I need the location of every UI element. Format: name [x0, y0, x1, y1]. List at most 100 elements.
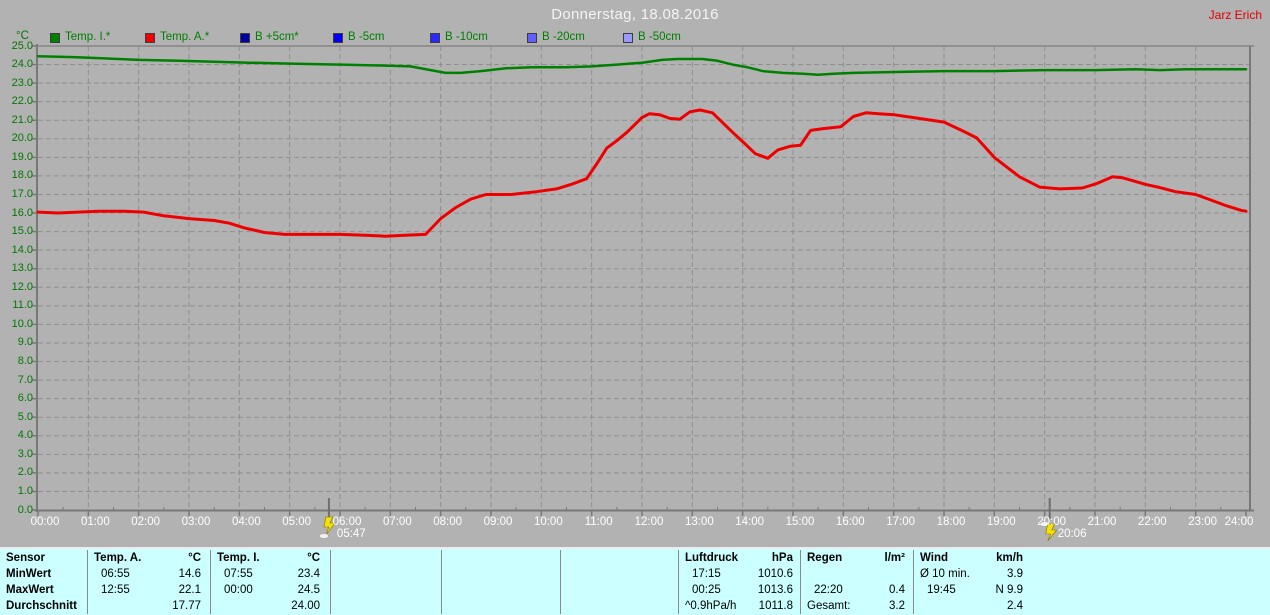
cell-time: ^0.9hPa/h: [685, 600, 737, 612]
y-tick-label: 8.0: [17, 355, 33, 368]
row-label-text: Sensor: [6, 552, 45, 564]
table-group-header: Temp. A. °C: [88, 550, 211, 566]
y-tick-label: 19.0: [11, 150, 33, 163]
cell-time: 00:25: [692, 584, 721, 596]
table-data-row: [801, 566, 914, 582]
legend-item-label: B -10cm: [445, 31, 488, 43]
y-tick-label: 9.0: [17, 336, 33, 349]
table-data-row: 06:55 14.6: [88, 566, 211, 582]
y-tick-label: 3.0: [17, 447, 33, 460]
table-row-label: Sensor: [0, 550, 87, 566]
column-unit: l/m²: [884, 552, 905, 564]
cell-value: 17.77: [172, 600, 201, 612]
x-tick-label: 14:00: [735, 516, 765, 528]
column-header: Wind: [920, 552, 948, 564]
cell-time: 12:55: [101, 584, 130, 596]
table-data-row: 00:25 1013.6: [679, 582, 801, 598]
x-tick-label: 24:00: [1224, 516, 1254, 528]
legend-color-swatch-icon: [50, 33, 60, 43]
cell-value: N 9.9: [995, 584, 1024, 596]
x-tick-label: 02:00: [131, 516, 161, 528]
legend-item-label: B -20cm: [542, 31, 585, 43]
y-tick-label: 7.0: [17, 373, 33, 386]
x-tick-label: 01:00: [80, 516, 110, 528]
cell-value: 1011.8: [758, 600, 793, 612]
cell-value: 3.2: [889, 600, 905, 612]
legend-color-swatch-icon: [623, 33, 633, 43]
table-group-spacer-3: [330, 550, 442, 614]
table-data-row: 12:55 22.1: [88, 582, 211, 598]
cell-value: 24.5: [297, 584, 320, 596]
cell-value: 22.1: [178, 584, 201, 596]
table-group-regen: Regen l/m² 22:20 0.4 Gesamt: 3.2: [800, 550, 914, 614]
y-tick-label: 12.0: [11, 280, 33, 293]
table-data-row: 00:00 24.5: [211, 582, 331, 598]
legend-item-label: Temp. A.*: [160, 31, 210, 43]
legend-item-label: B -50cm: [638, 31, 681, 43]
table-data-row: 19:45 N 9.9: [914, 582, 1032, 598]
table-group-luftdruck: Luftdruck hPa 17:15 1010.6 00:25 1013.6 ^0.9hP…: [678, 550, 801, 614]
y-tick-label: 6.0: [17, 392, 33, 405]
column-unit: °C: [307, 552, 320, 564]
y-tick-label: 4.0: [17, 429, 33, 442]
x-tick-label: 04:00: [231, 516, 261, 528]
x-tick-label: 03:00: [181, 516, 211, 528]
stats-table: Sensor MinWert MaxWert Durchschnitt Temp. A.…: [0, 547, 1270, 615]
y-tick-label: 1.0: [17, 484, 33, 497]
table-data-row: 24.00: [211, 598, 331, 614]
table-group-temp_i: Temp. I. °C 07:55 23.4 00:00 24.5 24.00: [210, 550, 331, 614]
x-tick-label: 17:00: [886, 516, 916, 528]
column-header: Temp. A.: [94, 552, 142, 564]
y-tick-label: 17.0: [11, 187, 33, 200]
cell-time: 17:15: [692, 568, 721, 580]
legend-color-swatch-icon: [527, 33, 537, 43]
weather-app-window: Donnerstag, 18.08.2016 Jarz Erich °C Tem…: [0, 0, 1270, 615]
x-tick-label: 08:00: [433, 516, 463, 528]
temperature-chart: [32, 44, 1254, 542]
table-data-row: Ø 10 min. 3.9: [914, 566, 1032, 582]
cell-value: 2.4: [1007, 600, 1023, 612]
table-group-spacer-4: [441, 550, 561, 614]
table-row-label: MinWert: [0, 566, 87, 582]
legend-item-label: B -5cm: [348, 31, 385, 43]
legend-color-swatch-icon: [430, 33, 440, 43]
table-data-row: 22:20 0.4: [801, 582, 914, 598]
table-data-row: 17:15 1010.6: [679, 566, 801, 582]
cell-value: 1013.6: [757, 584, 793, 596]
y-tick-label: 2.0: [17, 466, 33, 479]
table-data-row: 07:55 23.4: [211, 566, 331, 582]
x-tick-label: 07:00: [382, 516, 412, 528]
table-data-row: ^0.9hPa/h 1011.8: [679, 598, 801, 614]
column-header: Luftdruck: [685, 552, 739, 564]
cell-time: Gesamt:: [807, 600, 851, 612]
x-tick-label: 22:00: [1137, 516, 1167, 528]
y-tick-label: 13.0: [11, 262, 33, 275]
table-data-row: 17.77: [88, 598, 211, 614]
table-group-header: Wind km/h: [914, 550, 1032, 566]
x-tick-label: 12:00: [634, 516, 664, 528]
legend-color-swatch-icon: [333, 33, 343, 43]
cell-time: 22:20: [814, 584, 843, 596]
table-data-row: 2.4: [914, 598, 1032, 614]
y-tick-label: 14.0: [11, 243, 33, 256]
cell-value: 24.00: [291, 600, 320, 612]
cell-time: Ø 10 min.: [920, 568, 970, 580]
cell-value: 23.4: [297, 568, 320, 580]
y-tick-label: 15.0: [11, 225, 33, 238]
cell-time: 07:55: [224, 568, 253, 580]
cell-time: 00:00: [224, 584, 253, 596]
y-tick-label: 25.0: [11, 39, 33, 52]
sunrise-time-label: 05:47: [336, 528, 366, 540]
cell-value: 1010.6: [757, 568, 793, 580]
table-row-label: Durchschnitt: [0, 598, 87, 614]
row-label-text: Durchschnitt: [6, 600, 77, 612]
column-header: Regen: [807, 552, 843, 564]
cell-time: 06:55: [101, 568, 130, 580]
table-group-row_labels: Sensor MinWert MaxWert Durchschnitt: [0, 550, 87, 614]
x-tick-label: 09:00: [483, 516, 513, 528]
x-tick-label: 19:00: [986, 516, 1016, 528]
row-label-text: MaxWert: [6, 584, 54, 596]
x-tick-label: 11:00: [584, 516, 613, 528]
row-label-text: MinWert: [6, 568, 52, 580]
y-tick-label: 24.0: [11, 58, 33, 71]
